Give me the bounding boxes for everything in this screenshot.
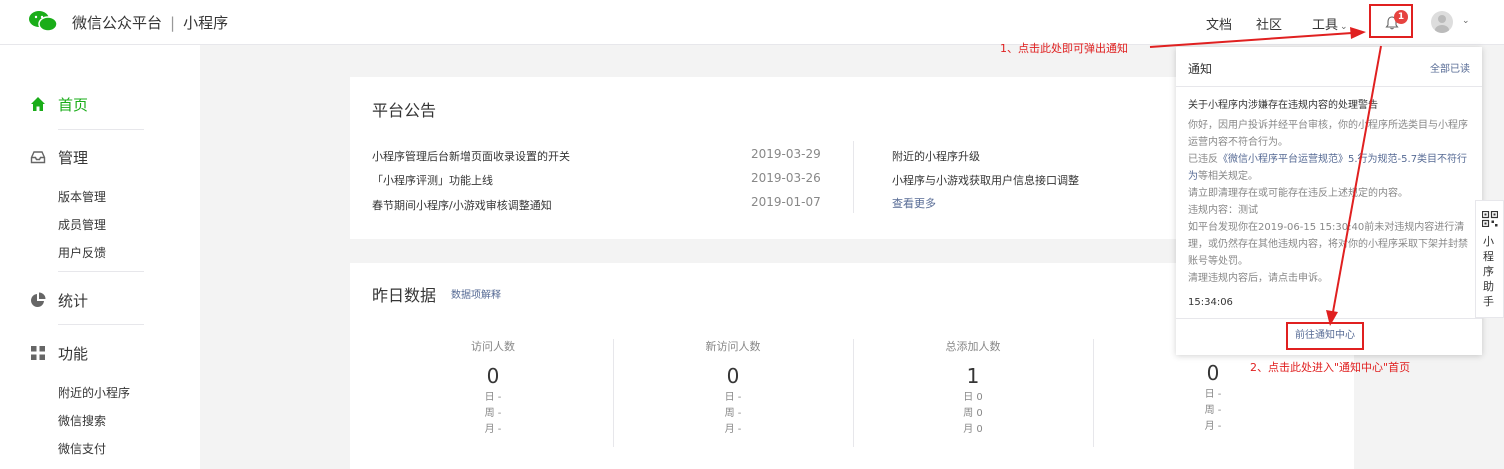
annotation-arrows (1149, 27, 1382, 326)
annotation-step2: 2、点击此处进入"通知中心"首页 (1250, 361, 1411, 374)
annotation-step1: 1、点击此处即可弹出通知 (1000, 42, 1128, 55)
